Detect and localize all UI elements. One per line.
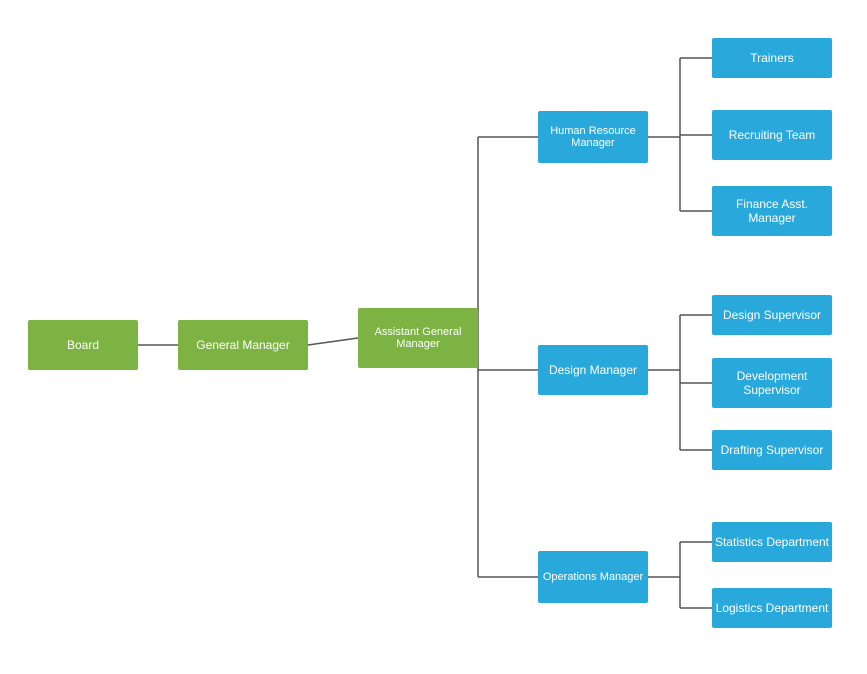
statistics-dept-node: Statistics Department <box>712 522 832 562</box>
operations-manager-node: Operations Manager <box>538 551 648 603</box>
assistant-gm-node: Assistant General Manager <box>358 308 478 368</box>
recruiting-team-node: Recruiting Team <box>712 110 832 160</box>
board-node: Board <box>28 320 138 370</box>
development-supervisor-node: Development Supervisor <box>712 358 832 408</box>
general-manager-node: General Manager <box>178 320 308 370</box>
design-manager-node: Design Manager <box>538 345 648 395</box>
finance-asst-manager-node: Finance Asst. Manager <box>712 186 832 236</box>
logistics-dept-node: Logistics Department <box>712 588 832 628</box>
design-supervisor-node: Design Supervisor <box>712 295 832 335</box>
trainers-node: Trainers <box>712 38 832 78</box>
drafting-supervisor-node: Drafting Supervisor <box>712 430 832 470</box>
hr-manager-node: Human Resource Manager <box>538 111 648 163</box>
org-chart: Board General Manager Assistant General … <box>0 0 867 674</box>
